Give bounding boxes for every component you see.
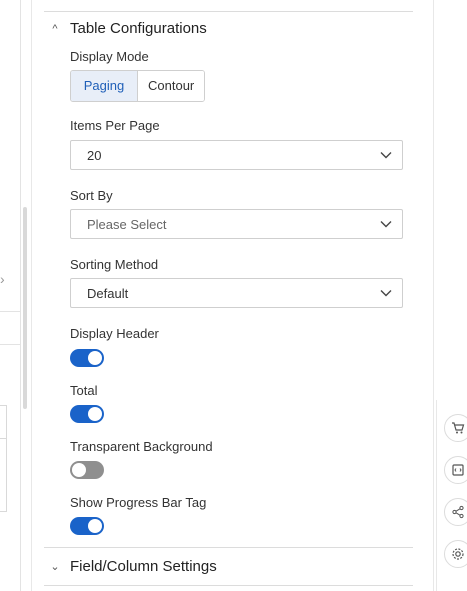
divider [44, 585, 413, 586]
display-header-label: Display Header [70, 326, 159, 341]
show-progress-bar-tag-toggle[interactable] [70, 517, 104, 535]
chevron-down-icon [380, 152, 392, 159]
total-label: Total [70, 383, 98, 398]
chevron-right-icon[interactable]: › [0, 265, 10, 293]
section-title: Field/Column Settings [70, 558, 217, 575]
sorting-method-select[interactable]: Default [70, 278, 403, 308]
toggle-knob [88, 407, 102, 421]
sorting-method-value: Default [87, 285, 129, 301]
divider [0, 311, 20, 312]
transparent-background-label: Transparent Background [70, 439, 213, 454]
display-mode-segmented: Paging Contour [70, 70, 206, 102]
transparent-background-toggle[interactable] [70, 461, 104, 479]
section-header-field-column-settings[interactable]: ⌄ Field/Column Settings [50, 558, 217, 575]
toggle-knob [88, 519, 102, 533]
left-field-edge [0, 437, 7, 512]
divider [0, 344, 20, 345]
items-per-page-value: 20 [87, 147, 102, 163]
items-per-page-select[interactable]: 20 [70, 140, 403, 170]
gear-icon[interactable] [444, 540, 467, 568]
toggle-knob [88, 351, 102, 365]
section-title: Table Configurations [70, 20, 207, 37]
sort-by-label: Sort By [70, 188, 113, 203]
code-icon[interactable] [444, 456, 467, 484]
display-mode-contour-button[interactable]: Contour [138, 71, 205, 101]
section-header-table-configurations[interactable]: ^ Table Configurations [50, 20, 207, 37]
toggle-knob [72, 463, 86, 477]
chevron-down-icon: ⌄ [50, 561, 60, 573]
chevron-up-icon: ^ [52, 22, 58, 35]
sort-by-placeholder: Please Select [87, 216, 167, 232]
divider [44, 547, 413, 548]
divider [44, 11, 413, 12]
show-progress-bar-tag-label: Show Progress Bar Tag [70, 495, 207, 510]
display-mode-label: Display Mode [70, 49, 149, 64]
total-toggle[interactable] [70, 405, 104, 423]
chevron-down-icon [380, 221, 392, 228]
sorting-method-label: Sorting Method [70, 257, 159, 272]
left-scrollbar[interactable] [23, 207, 27, 409]
display-header-toggle[interactable] [70, 349, 104, 367]
chevron-down-icon [380, 290, 392, 297]
cart-icon[interactable] [444, 414, 467, 442]
items-per-page-label: Items Per Page [70, 118, 160, 133]
share-icon[interactable] [444, 498, 467, 526]
sort-by-select[interactable]: Please Select [70, 209, 403, 239]
display-mode-paging-button[interactable]: Paging [71, 71, 138, 101]
left-field-edge [0, 405, 7, 439]
